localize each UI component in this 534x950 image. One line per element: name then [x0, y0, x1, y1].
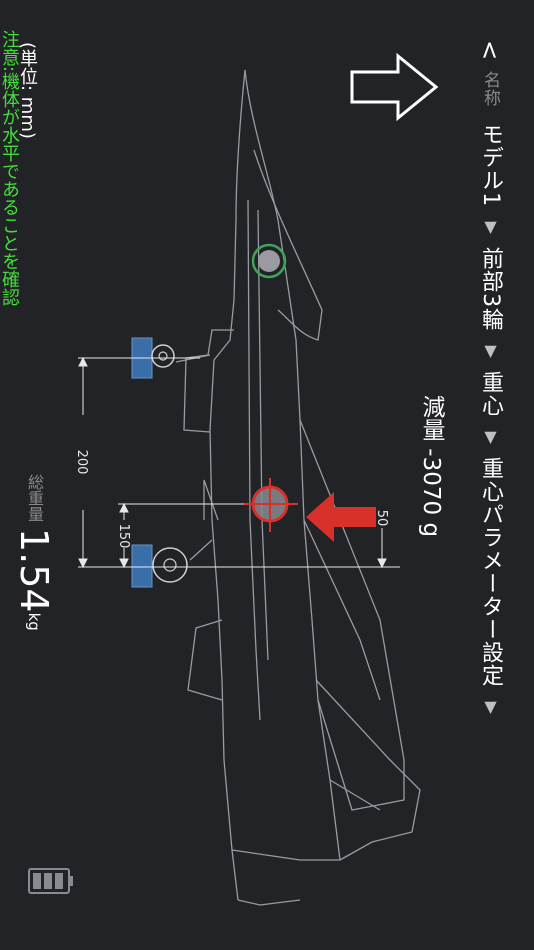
screen: 200 150 50 <名称 モデル1▼前部3輪▼重心▼重心パラメーター設定▼ … [0, 0, 534, 950]
breadcrumb: < 名称 モデル1 ▼ 前部3輪 ▼ 重心 ▼ 重心パラメーター設定 ▼ [474, 40, 506, 727]
breadcrumb-cg[interactable]: 重心 [478, 371, 503, 417]
chevron-down-icon: ▼ [481, 697, 500, 718]
note-text: 機体が水平であることを確認 [0, 72, 20, 307]
cg-target-green [251, 243, 287, 279]
chevron-down-icon: ▼ [481, 341, 500, 362]
back-button[interactable]: < [476, 40, 504, 61]
total-weight-unit: kg [25, 612, 43, 631]
breadcrumb-settings[interactable]: 重心パラメーター設定 [478, 457, 503, 687]
total-weight-value: 1.54 [12, 528, 56, 613]
total-weight: 総重量 1.54kg [12, 474, 56, 631]
dimension-label-50: 50 [374, 510, 389, 527]
weight-reduction-text: 減量 -3070 g [418, 395, 444, 538]
breadcrumb-front-wheels[interactable]: 前部3輪 [478, 247, 503, 331]
cg-shift-arrow-icon [306, 492, 376, 542]
cg-target-red [244, 478, 298, 532]
total-weight-label: 総重量 [25, 474, 44, 522]
chevron-down-icon: ▼ [481, 427, 500, 448]
level-note: 注意:機体が水平であることを確認 [0, 30, 22, 306]
main-wheel-marker [131, 544, 188, 588]
aircraft-diagram: 200 150 50 [74, 52, 439, 906]
direction-arrow-icon [350, 52, 439, 122]
breadcrumb-model[interactable]: モデル1 [478, 123, 503, 207]
battery-icon [28, 868, 73, 894]
dimension-label-200: 200 [74, 450, 89, 475]
name-label: 名称 [480, 71, 500, 108]
aircraft-outline [175, 69, 421, 906]
note-prefix: 注意: [0, 30, 20, 73]
dimension-label-150: 150 [116, 524, 131, 549]
chevron-down-icon: ▼ [481, 217, 500, 238]
